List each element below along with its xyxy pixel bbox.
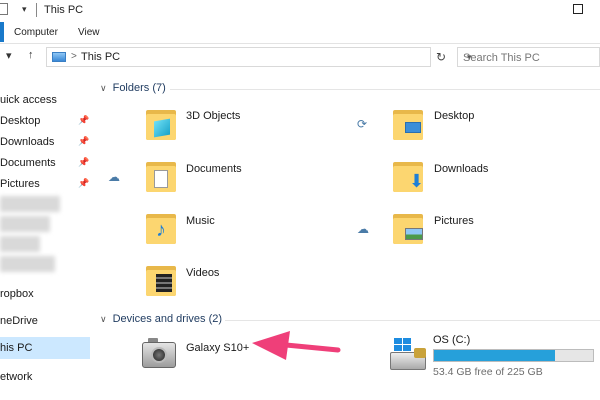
annotation-arrow <box>252 331 341 360</box>
